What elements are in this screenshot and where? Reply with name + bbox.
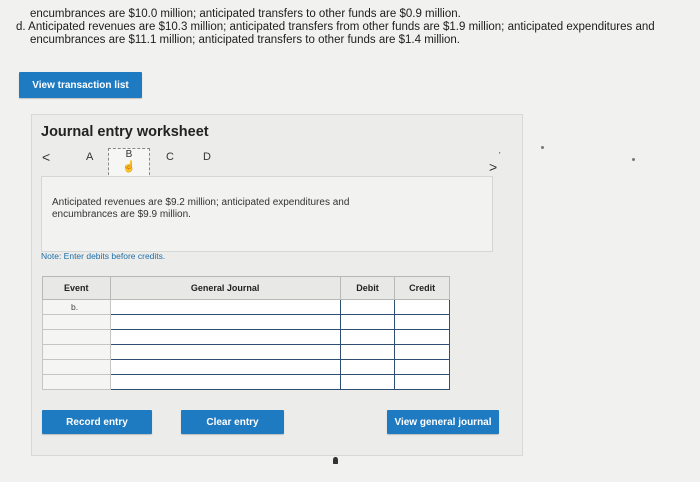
- tab-a[interactable]: A: [86, 151, 93, 163]
- header-credit: Credit: [394, 276, 450, 300]
- record-entry-button[interactable]: Record entry: [42, 410, 152, 434]
- table-row: [42, 329, 450, 345]
- clear-entry-button[interactable]: Clear entry: [181, 410, 284, 434]
- event-cell: [42, 314, 111, 330]
- journal-entry-worksheet: Journal entry worksheet < A B ☝ C D ' > …: [31, 114, 523, 456]
- account-input[interactable]: [109, 359, 341, 375]
- table-row: b.: [42, 299, 450, 315]
- prev-arrow-icon[interactable]: <: [42, 149, 50, 165]
- next-arrow-icon[interactable]: >: [489, 159, 497, 175]
- account-input[interactable]: [109, 329, 341, 345]
- account-input[interactable]: [109, 344, 341, 360]
- credit-input[interactable]: [394, 314, 450, 330]
- problem-item-d-continuation: encumbrances are $11.1 million; anticipa…: [30, 34, 460, 46]
- table-row: [42, 314, 450, 330]
- debit-input[interactable]: [339, 344, 396, 360]
- event-cell: [42, 359, 111, 375]
- view-general-journal-button[interactable]: View general journal: [387, 410, 499, 434]
- hand-pointer-icon: ☝: [122, 161, 136, 173]
- debit-input[interactable]: [339, 329, 396, 345]
- view-transaction-list-button[interactable]: View transaction list: [19, 72, 142, 98]
- header-event: Event: [42, 276, 111, 300]
- worksheet-title: Journal entry worksheet: [41, 124, 209, 140]
- transaction-description: Anticipated revenues are $9.2 million; a…: [52, 197, 350, 220]
- problem-text: encumbrances are $10.0 million; anticipa…: [16, 8, 686, 47]
- credit-input[interactable]: [394, 299, 450, 315]
- stray-dot-icon: [541, 146, 544, 149]
- credit-input[interactable]: [394, 374, 450, 390]
- debit-input[interactable]: [339, 299, 396, 315]
- debit-input[interactable]: [339, 374, 396, 390]
- tab-d[interactable]: D: [203, 151, 211, 163]
- tab-c[interactable]: C: [166, 151, 174, 163]
- event-cell: [42, 374, 111, 390]
- table-row: [42, 359, 450, 375]
- event-cell: [42, 344, 111, 360]
- account-input[interactable]: [109, 299, 341, 315]
- problem-item-d: d. Anticipated revenues are $10.3 millio…: [16, 21, 655, 33]
- tab-b-label: B: [125, 149, 133, 160]
- event-cell: b.: [42, 299, 111, 315]
- credit-input[interactable]: [394, 329, 450, 345]
- problem-line-c-continuation: encumbrances are $10.0 million; anticipa…: [30, 8, 461, 20]
- journal-table: Event General Journal Debit Credit b.: [42, 276, 450, 390]
- header-debit: Debit: [339, 276, 396, 300]
- tick-mark-icon: ': [499, 151, 501, 160]
- mouse-cursor-icon: [333, 457, 338, 464]
- stray-dot-icon: [632, 158, 635, 161]
- header-general-journal: General Journal: [109, 276, 341, 300]
- debit-input[interactable]: [339, 359, 396, 375]
- event-cell: [42, 329, 111, 345]
- note-text: Note: Enter debits before credits.: [41, 251, 166, 261]
- table-row: [42, 374, 450, 390]
- transaction-description-box: Anticipated revenues are $9.2 million; a…: [41, 176, 493, 252]
- credit-input[interactable]: [394, 359, 450, 375]
- account-input[interactable]: [109, 374, 341, 390]
- account-input[interactable]: [109, 314, 341, 330]
- table-row: [42, 344, 450, 360]
- credit-input[interactable]: [394, 344, 450, 360]
- debit-input[interactable]: [339, 314, 396, 330]
